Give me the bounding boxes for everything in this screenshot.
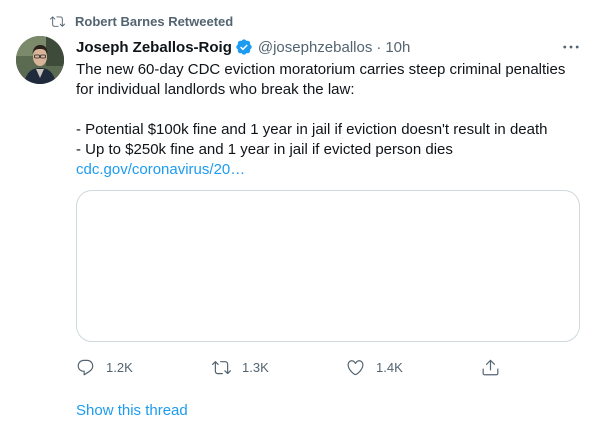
heart-icon bbox=[346, 358, 365, 377]
tweet-actions: 1.2K 1.3K 1.4K bbox=[76, 356, 506, 378]
author-handle[interactable]: @josephzeballos bbox=[258, 39, 372, 56]
more-options-icon[interactable] bbox=[562, 40, 580, 54]
reply-button[interactable]: 1.2K bbox=[76, 358, 133, 377]
tweet-line: - Up to $250k fine and 1 year in jail if… bbox=[76, 141, 453, 158]
tweet-link[interactable]: cdc.gov/coronavirus/20… bbox=[76, 161, 245, 178]
tweet-line: The new 60-day CDC eviction moratorium c… bbox=[76, 61, 566, 78]
author-display-name[interactable]: Joseph Zeballos-Roig bbox=[76, 39, 232, 56]
avatar-photo bbox=[16, 36, 64, 84]
verified-badge-icon bbox=[235, 38, 253, 56]
retweet-icon bbox=[50, 14, 65, 29]
reply-icon bbox=[76, 358, 95, 377]
retweet-banner[interactable]: Robert Barnes Retweeted bbox=[50, 12, 233, 30]
reply-count: 1.2K bbox=[106, 359, 133, 375]
like-button[interactable]: 1.4K bbox=[346, 358, 403, 377]
retweet-button[interactable]: 1.3K bbox=[212, 358, 269, 377]
retweet-count: 1.3K bbox=[242, 359, 269, 375]
like-count: 1.4K bbox=[376, 359, 403, 375]
tweet-timestamp[interactable]: 10h bbox=[385, 39, 410, 56]
avatar[interactable] bbox=[16, 36, 64, 84]
link-preview-card[interactable] bbox=[76, 190, 580, 342]
tweet-line: for individual landlords who break the l… bbox=[76, 81, 355, 98]
retweet-icon bbox=[212, 358, 231, 377]
retweet-banner-text: Robert Barnes Retweeted bbox=[75, 13, 234, 29]
share-button[interactable] bbox=[481, 358, 500, 377]
tweet-line: - Potential $100k fine and 1 year in jai… bbox=[76, 121, 548, 138]
tweet-text: The new 60-day CDC eviction moratorium c… bbox=[76, 60, 576, 180]
tweet-blank-line bbox=[76, 100, 576, 120]
share-icon bbox=[481, 358, 500, 377]
separator-dot: · bbox=[376, 38, 382, 56]
tweet-header: Joseph Zeballos-Roig @josephzeballos · 1… bbox=[76, 37, 558, 57]
show-thread-link[interactable]: Show this thread bbox=[76, 402, 188, 419]
